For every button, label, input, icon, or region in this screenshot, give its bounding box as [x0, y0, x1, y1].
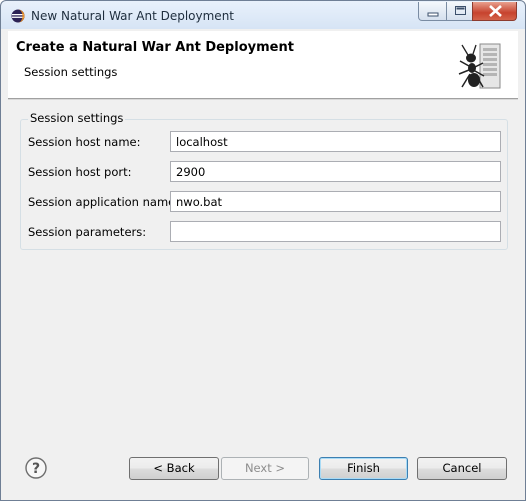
wizard-title: Create a Natural War Ant Deployment — [16, 40, 294, 55]
host-name-input[interactable] — [170, 131, 501, 152]
wizard-subtitle: Session settings — [24, 65, 118, 79]
ant-server-icon — [458, 43, 501, 89]
help-icon[interactable]: ? — [25, 457, 47, 479]
maximize-button[interactable] — [446, 2, 473, 21]
wizard-body: Session settings Session host name: Sess… — [8, 99, 518, 440]
dialog-window: New Natural War Ant Deployment Create a … — [0, 0, 526, 501]
close-icon — [489, 5, 502, 17]
parameters-input[interactable] — [170, 221, 501, 242]
maximize-icon — [455, 6, 466, 15]
wizard-header: Create a Natural War Ant Deployment Sess… — [8, 31, 518, 99]
finish-button[interactable]: Finish — [319, 457, 408, 480]
host-port-input[interactable] — [170, 161, 501, 182]
host-name-label: Session host name: — [28, 135, 141, 149]
next-button[interactable]: Next > — [221, 457, 309, 480]
title-bar[interactable]: New Natural War Ant Deployment — [1, 1, 525, 31]
cancel-button[interactable]: Cancel — [417, 457, 507, 480]
svg-text:?: ? — [32, 461, 40, 477]
host-port-label: Session host port: — [28, 165, 132, 179]
minimize-icon — [427, 12, 439, 17]
minimize-button[interactable] — [418, 2, 447, 21]
eclipse-icon[interactable] — [11, 9, 25, 23]
parameters-label: Session parameters: — [28, 225, 147, 239]
group-legend: Session settings — [28, 111, 126, 125]
application-name-input[interactable] — [170, 191, 501, 212]
close-button[interactable] — [472, 2, 517, 21]
application-name-label: Session application name: — [28, 195, 180, 209]
window-title: New Natural War Ant Deployment — [31, 9, 234, 23]
back-button[interactable]: < Back — [129, 457, 219, 480]
